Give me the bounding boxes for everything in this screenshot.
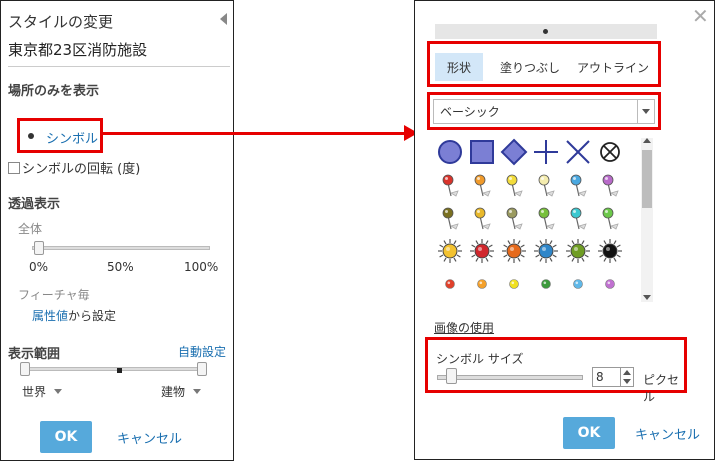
symbol-grid-scrollbar[interactable] [641, 138, 653, 302]
close-icon[interactable]: ✕ [692, 6, 709, 26]
transparency-slider-handle[interactable] [34, 241, 44, 255]
range-max-handle[interactable] [197, 362, 207, 376]
cross-symbol-icon[interactable] [530, 136, 562, 168]
yellow-sun-icon[interactable] [434, 235, 466, 267]
orange-pin-icon[interactable] [466, 169, 498, 201]
red-dot-icon[interactable] [434, 268, 466, 300]
chevron-down-icon [193, 389, 202, 394]
ok-button[interactable]: OK [40, 421, 92, 453]
symbol-preview-dot-icon [28, 133, 34, 139]
purple-pin-icon[interactable] [594, 169, 626, 201]
khaki-pin-icon[interactable] [498, 202, 530, 234]
circle-symbol-icon[interactable] [434, 136, 466, 168]
symbol-rotation-checkbox[interactable] [8, 161, 20, 174]
tick-100: 100% [184, 260, 219, 274]
spin-up-icon[interactable] [623, 370, 631, 375]
spin-down-icon[interactable] [623, 379, 631, 384]
preview-dot-icon [543, 29, 548, 34]
red-pin-icon[interactable] [434, 169, 466, 201]
range-min-value: 世界 [22, 385, 47, 399]
tick-0: 0% [29, 260, 49, 274]
tab-shape[interactable]: 形状 [435, 53, 483, 81]
transparency-heading: 透過表示 [8, 197, 61, 212]
divider [8, 66, 230, 67]
range-min-dropdown[interactable]: 世界 [22, 383, 63, 400]
scrollbar-thumb[interactable] [642, 150, 652, 208]
cancel-button[interactable]: キャンセル [117, 428, 182, 447]
layer-name: 東京都23区消防施設 [8, 41, 148, 59]
symbol-size-slider-track[interactable] [437, 375, 583, 380]
symbol-size-highlight-box: シンボル サイズ 8 ピクセル [425, 337, 687, 404]
green-dot-icon[interactable] [530, 268, 562, 300]
select-dropdown-button[interactable] [637, 100, 654, 123]
square-symbol-icon[interactable] [466, 136, 498, 168]
per-feature-label: フィーチャ毎 [18, 288, 90, 302]
attribute-suffix: から設定 [68, 309, 117, 323]
symbol-size-label: シンボル サイズ [436, 352, 524, 366]
symbol-link[interactable]: シンボル [46, 128, 98, 147]
red-sun-icon[interactable] [466, 235, 498, 267]
lime-pin-icon[interactable] [594, 202, 626, 234]
tab-fill[interactable]: 塗りつぶし [496, 53, 564, 81]
symbol-rotation-label: シンボルの回転 (度) [22, 162, 141, 177]
symbol-size-spinner[interactable] [621, 367, 634, 387]
collapse-arrow-icon[interactable] [220, 13, 227, 25]
auto-set-link[interactable]: 自動設定 [178, 343, 226, 360]
symbol-size-slider-handle[interactable] [446, 368, 457, 384]
symbol-highlight-box: シンボル [17, 118, 103, 153]
visible-range-heading: 表示範囲 [8, 347, 61, 362]
chevron-down-icon [54, 389, 63, 394]
blue-pin-icon[interactable] [562, 169, 594, 201]
symbol-style-select[interactable]: ベーシック [433, 99, 655, 124]
show-location-only-heading: 場所のみを表示 [8, 84, 100, 99]
attribute-link[interactable]: 属性値 [32, 309, 68, 323]
change-style-panel: スタイルの変更 東京都23区消防施設 場所のみを表示 シンボル シンボルの回転 … [0, 0, 234, 461]
orange-dot-icon[interactable] [466, 268, 498, 300]
symbol-style-value: ベーシック [440, 105, 500, 119]
cyan-pin-icon[interactable] [562, 202, 594, 234]
overall-label: 全体 [18, 222, 43, 236]
tab-outline[interactable]: アウトライン [574, 53, 652, 81]
gold-pin-icon[interactable] [466, 202, 498, 234]
blue-sun-icon[interactable] [530, 235, 562, 267]
range-min-handle[interactable] [20, 362, 30, 376]
green-sun-icon[interactable] [562, 235, 594, 267]
range-current-marker [117, 368, 122, 373]
symbol-size-input[interactable]: 8 [592, 367, 621, 387]
orange-sun-icon[interactable] [498, 235, 530, 267]
scroll-down-icon[interactable] [643, 295, 651, 300]
callout-arrow-line [102, 132, 408, 135]
tick-50: 50% [107, 260, 134, 274]
black-sun-icon[interactable] [594, 235, 626, 267]
circled-x-symbol-icon[interactable] [594, 136, 626, 168]
yellow-dot-icon[interactable] [498, 268, 530, 300]
range-max-value: 建物 [161, 385, 186, 399]
cream-pin-icon[interactable] [530, 169, 562, 201]
symbol-preview-bar [435, 24, 657, 39]
scroll-up-icon[interactable] [643, 138, 651, 143]
cancel-button[interactable]: キャンセル [635, 424, 700, 443]
yellow-pin-icon[interactable] [498, 169, 530, 201]
symbol-grid [432, 134, 654, 304]
olive-pin-icon[interactable] [434, 202, 466, 234]
tabs-highlight-box: 形状 塗りつぶし アウトライン [427, 41, 661, 87]
attribute-row: 属性値から設定 [32, 307, 116, 324]
chevron-down-icon [642, 109, 650, 114]
symbol-size-unit: ピクセル [643, 373, 680, 404]
ok-button[interactable]: OK [563, 417, 615, 449]
green-pin-icon[interactable] [530, 202, 562, 234]
use-image-link[interactable]: 画像の使用 [434, 319, 494, 336]
symbol-rotation-row[interactable]: シンボルの回転 (度) [8, 158, 140, 177]
lightblue-dot-icon[interactable] [562, 268, 594, 300]
symbol-picker-panel: ✕ 形状 塗りつぶし アウトライン ベーシック 画像の使用 シンボル サイズ 8… [414, 0, 715, 460]
x-symbol-icon[interactable] [562, 136, 594, 168]
violet-dot-icon[interactable] [594, 268, 626, 300]
visible-range-track[interactable] [25, 367, 203, 371]
range-max-dropdown[interactable]: 建物 [161, 383, 202, 400]
panel-title: スタイルの変更 [8, 13, 114, 31]
transparency-slider-track[interactable] [32, 246, 210, 250]
diamond-symbol-icon[interactable] [498, 136, 530, 168]
style-select-highlight-box: ベーシック [427, 92, 661, 130]
